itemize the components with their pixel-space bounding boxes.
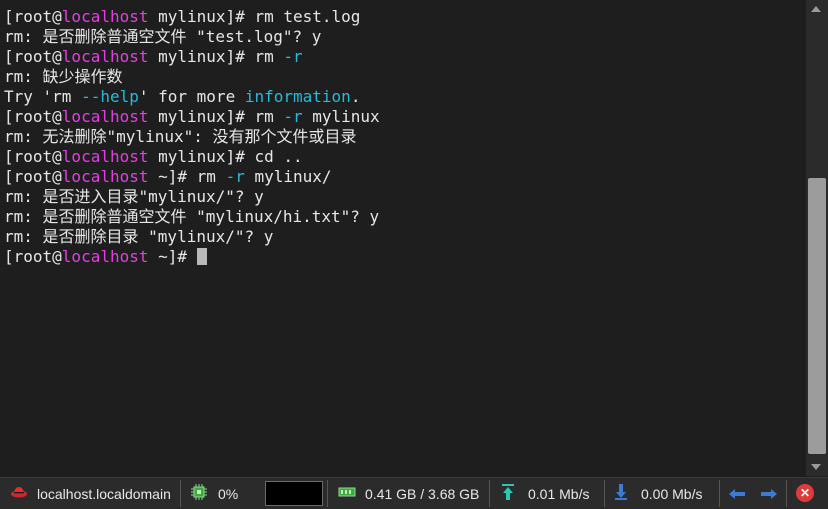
prompt-host: localhost — [61, 47, 149, 66]
cpu-usage: 0% — [218, 485, 239, 502]
prompt-host: localhost — [61, 247, 149, 266]
terminal-cursor — [196, 248, 207, 265]
cpu-graph — [265, 481, 323, 506]
terminal-line: rm: 缺少操作数 — [4, 67, 380, 87]
prompt-host: localhost — [61, 167, 149, 186]
line-text: mylinux/ — [244, 167, 332, 186]
status-bar: localhost.localdomain 0% 0.41 GB / 3.68 … — [0, 477, 828, 509]
scroll-up-arrow-icon[interactable] — [811, 6, 821, 12]
cpu-segment: 0% — [190, 478, 238, 509]
option-text: -r — [283, 47, 303, 66]
terminal-line: [root@localhost ~]# — [4, 247, 380, 267]
line-text: mylinux]# rm — [148, 107, 284, 126]
line-text: rm: 是否删除普通空文件 "test.log"? y — [4, 27, 322, 46]
terminal-line: [root@localhost ~]# rm -r mylinux/ — [4, 167, 380, 187]
option-text: --help — [81, 87, 139, 106]
cpu-chip-icon — [190, 483, 208, 504]
prompt-host: localhost — [61, 147, 149, 166]
close-icon[interactable]: ✕ — [796, 484, 814, 502]
redhat-icon — [10, 485, 28, 502]
line-text: Try ' — [4, 87, 53, 106]
line-text: rm: 是否进入目录"mylinux/"? y — [4, 187, 264, 206]
upload-arrow-icon — [501, 483, 515, 504]
terminal-line: rm: 是否删除普通空文件 "mylinux/hi.txt"? y — [4, 207, 380, 227]
terminal-output[interactable]: [root@localhost mylinux]# rm test.log rm:… — [0, 0, 806, 476]
download-arrow-icon — [614, 483, 628, 504]
download-speed: 0.00 Mb/s — [641, 485, 703, 502]
host-name: localhost.localdomain — [37, 485, 171, 502]
memory-usage: 0.41 GB / 3.68 GB — [365, 485, 480, 502]
line-text: [root@ — [4, 107, 62, 126]
line-text: rm — [52, 87, 82, 106]
prompt-host: localhost — [61, 7, 149, 26]
arrow-left-icon[interactable] — [728, 478, 746, 509]
terminal-line: [root@localhost mylinux]# cd .. — [4, 147, 380, 167]
terminal-line: [root@localhost mylinux]# rm -r mylinux — [4, 107, 380, 127]
line-text: mylinux]# cd .. — [148, 147, 303, 166]
arrow-right-icon[interactable] — [760, 478, 778, 509]
line-text: . — [350, 87, 361, 106]
memory-icon — [338, 485, 356, 502]
line-text: [root@ — [4, 7, 62, 26]
terminal-line: rm: 是否删除普通空文件 "test.log"? y — [4, 27, 380, 47]
line-text: [root@ — [4, 147, 62, 166]
line-text: [root@ — [4, 167, 62, 186]
terminal-line: rm: 无法删除"mylinux": 没有那个文件或目录 — [4, 127, 380, 147]
line-text: [root@ — [4, 47, 62, 66]
vertical-scrollbar[interactable] — [806, 0, 828, 476]
line-text: rm: 是否删除普通空文件 "mylinux/hi.txt"? y — [4, 207, 380, 226]
upload-speed: 0.01 Mb/s — [528, 485, 590, 502]
terminal-lines: [root@localhost mylinux]# rm test.log rm:… — [4, 7, 380, 267]
option-text: information — [244, 87, 351, 106]
terminal-line: Try 'rm --help' for more information. — [4, 87, 380, 107]
scrollbar-thumb[interactable] — [808, 178, 826, 454]
option-text: -r — [283, 107, 303, 126]
terminal-line: [root@localhost mylinux]# rm test.log — [4, 7, 380, 27]
line-text: mylinux — [302, 107, 380, 126]
line-text: rm: 是否删除目录 "mylinux/"? y — [4, 227, 274, 246]
option-text: -r — [225, 167, 245, 186]
line-text: rm: 缺少操作数 — [4, 67, 123, 86]
line-text: ~]# rm — [148, 167, 226, 186]
terminal-line: [root@localhost mylinux]# rm -r — [4, 47, 380, 67]
host-segment: localhost.localdomain — [10, 478, 171, 509]
line-text: mylinux]# rm — [148, 47, 284, 66]
line-text: rm: 无法删除"mylinux": 没有那个文件或目录 — [4, 127, 357, 146]
scroll-down-arrow-icon[interactable] — [811, 464, 821, 470]
memory-segment: 0.41 GB / 3.68 GB — [338, 478, 479, 509]
line-text: ~]# — [148, 247, 197, 266]
line-text: ' for more — [138, 87, 245, 106]
terminal-line: rm: 是否进入目录"mylinux/"? y — [4, 187, 380, 207]
prompt-host: localhost — [61, 107, 149, 126]
download-segment: 0.00 Mb/s — [614, 478, 702, 509]
line-text: mylinux]# rm test.log — [148, 7, 361, 26]
upload-segment: 0.01 Mb/s — [501, 478, 589, 509]
line-text: [root@ — [4, 247, 62, 266]
terminal-line: rm: 是否删除目录 "mylinux/"? y — [4, 227, 380, 247]
